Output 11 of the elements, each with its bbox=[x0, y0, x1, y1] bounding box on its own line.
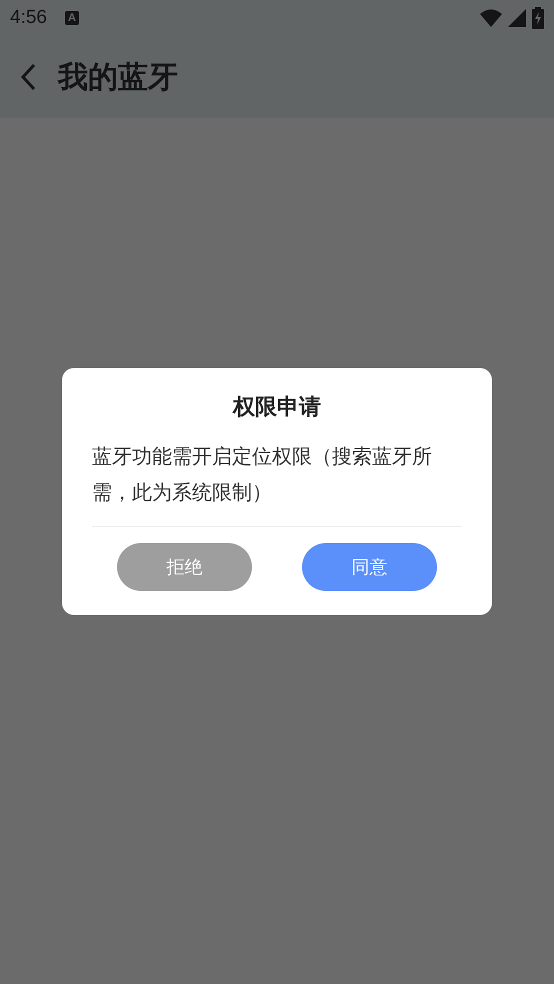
signal-icon bbox=[508, 9, 526, 27]
dialog-title: 权限申请 bbox=[231, 394, 322, 422]
refuse-button[interactable]: 拒绝 bbox=[117, 542, 252, 590]
wifi-icon bbox=[480, 9, 502, 27]
dialog-message: 蓝牙功能需开启定位权限（搜索蓝牙所需，此为系统限制） bbox=[92, 438, 462, 526]
agree-button[interactable]: 同意 bbox=[302, 542, 437, 590]
page-title: 我的蓝牙 bbox=[58, 58, 178, 96]
back-icon[interactable] bbox=[20, 63, 36, 91]
status-time: 4:56 bbox=[10, 7, 47, 29]
notification-icon: A bbox=[64, 11, 79, 25]
battery-icon bbox=[532, 7, 544, 29]
